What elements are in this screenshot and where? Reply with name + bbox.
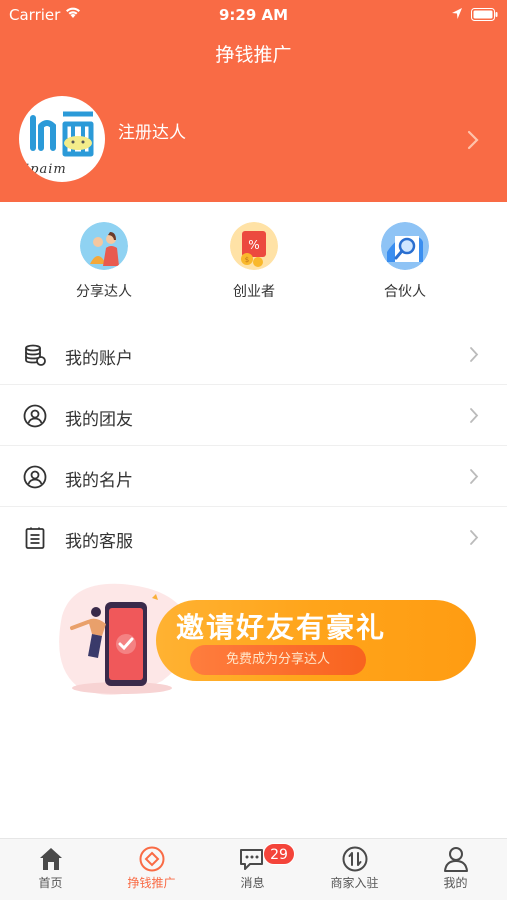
- category-label: 合伙人: [384, 284, 426, 300]
- menu-list: 我的账户 我的团友 我的名片 我的客服: [0, 324, 507, 568]
- menu-item-team[interactable]: 我的团友: [0, 385, 507, 446]
- chevron-right-icon: [469, 407, 479, 428]
- category-label: 创业者: [233, 284, 275, 300]
- user-label[interactable]: 注册达人: [118, 118, 186, 143]
- tab-label: 我的: [443, 876, 468, 890]
- tab-home[interactable]: 首页: [0, 839, 101, 900]
- home-icon: [36, 845, 66, 873]
- clipboard-icon: [23, 526, 47, 550]
- avatar-text: ipaim: [25, 162, 67, 177]
- menu-label: 我的账户: [65, 349, 133, 369]
- red-envelope-icon: % $: [230, 222, 278, 270]
- category-entrepreneur[interactable]: % $ 创业者: [199, 222, 309, 302]
- coins-stack-icon: [23, 343, 47, 367]
- chevron-right-icon: [469, 529, 479, 550]
- user-circle-icon: [23, 404, 47, 428]
- banner-title: 邀请好友有豪礼: [176, 611, 387, 644]
- menu-item-service[interactable]: 我的客服: [0, 507, 507, 568]
- svg-text:$: $: [245, 256, 249, 264]
- menu-label: 我的名片: [65, 471, 133, 491]
- tab-label: 消息: [240, 876, 265, 890]
- menu-label: 我的团友: [65, 410, 133, 430]
- menu-item-account[interactable]: 我的账户: [0, 324, 507, 385]
- invite-banner[interactable]: 邀请好友有豪礼 免费成为分享达人: [52, 576, 476, 704]
- status-bar: Carrier 9:29 AM: [0, 0, 507, 28]
- tab-label: 首页: [38, 876, 63, 890]
- category-partner[interactable]: 合伙人: [350, 222, 460, 302]
- svg-text:%: %: [248, 238, 259, 252]
- header: Carrier 9:29 AM 挣钱推广 ipaim 注册达人: [0, 0, 507, 202]
- user-circle-icon: [23, 465, 47, 489]
- menu-item-card[interactable]: 我的名片: [0, 446, 507, 507]
- page-title: 挣钱推广: [215, 44, 292, 66]
- avatar[interactable]: ipaim: [19, 96, 105, 182]
- tab-label: 商家入驻: [330, 876, 379, 890]
- status-time: 9:29 AM: [218, 6, 289, 24]
- category-label: 分享达人: [76, 284, 132, 300]
- chevron-right-icon: [469, 468, 479, 489]
- category-share[interactable]: 分享达人: [49, 222, 159, 302]
- person-icon: [441, 845, 471, 873]
- magnifier-icon: [381, 222, 429, 270]
- merchant-icon: [340, 845, 370, 873]
- promote-icon: [137, 845, 167, 873]
- battery-icon: [471, 7, 498, 25]
- tab-bar: 首页 挣钱推广 消息 商家入驻 我的: [0, 838, 507, 900]
- tab-promote[interactable]: 挣钱推广: [101, 839, 202, 900]
- location-arrow-icon: [451, 6, 463, 24]
- chevron-right-icon[interactable]: [467, 130, 479, 154]
- menu-label: 我的客服: [65, 532, 133, 552]
- chevron-right-icon: [469, 346, 479, 367]
- banner-subtitle-button[interactable]: 免费成为分享达人: [190, 645, 366, 675]
- share-person-icon: [80, 222, 128, 270]
- message-count-badge: 29: [263, 843, 295, 865]
- tab-label: 挣钱推广: [127, 876, 176, 890]
- tab-mine[interactable]: 我的: [405, 839, 506, 900]
- tab-merchant[interactable]: 商家入驻: [304, 839, 405, 900]
